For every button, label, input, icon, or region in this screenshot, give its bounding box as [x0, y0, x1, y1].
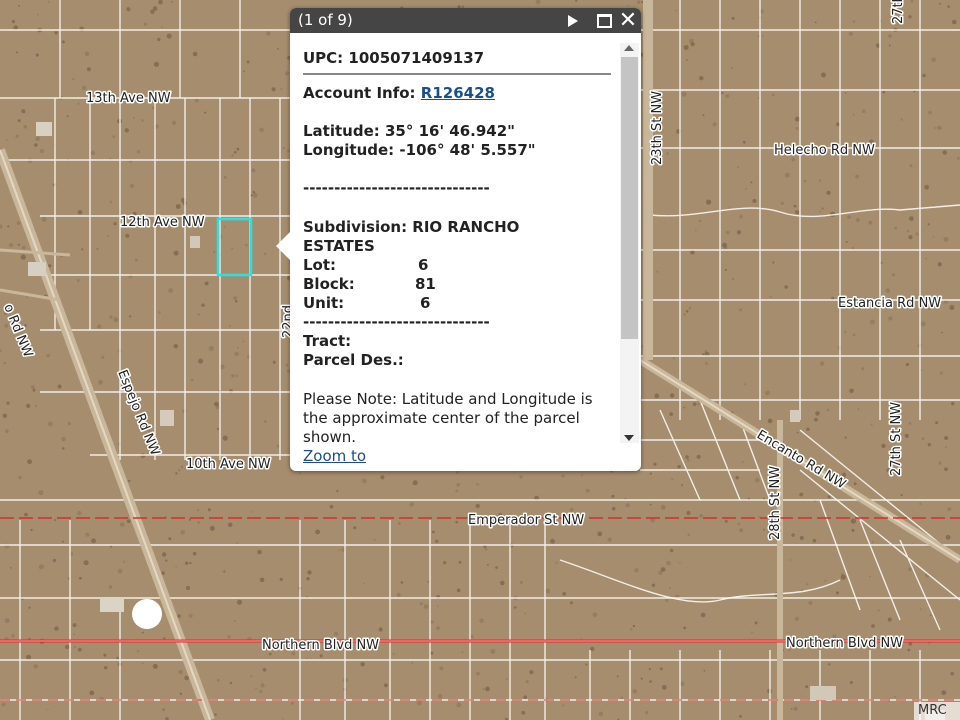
map-attribution: MRC — [914, 702, 960, 720]
subdivision-line-2: ESTATES — [303, 237, 375, 255]
parcel-info-popup: (1 of 9) ✕ UPC: 1005071409137 Account In… — [276, 8, 641, 471]
scroll-thumb[interactable] — [621, 57, 638, 339]
account-label: Account Info: — [303, 84, 421, 102]
subdivision-line: Subdivision: RIO RANCHO — [303, 218, 520, 236]
popup-pointer — [276, 232, 290, 260]
popup-header: (1 of 9) ✕ — [290, 8, 641, 33]
block-line: Block: 81 — [303, 275, 436, 293]
road-label-27th-top: 27th — [891, 0, 906, 24]
road-label-helecho-rd: Helecho Rd NW — [774, 143, 875, 158]
upc-line: UPC: 1005071409137 — [303, 49, 485, 67]
close-button[interactable]: ✕ — [617, 8, 639, 33]
road-label-28th-st: 28th St NW — [768, 466, 783, 540]
tract-line: Tract: — [303, 332, 352, 350]
unit-label: Unit: — [303, 294, 345, 312]
road-label-10th-ave: 10th Ave NW — [186, 457, 271, 472]
play-icon — [568, 14, 578, 27]
separator-line-2: ------------------------------ — [303, 313, 490, 331]
unit-value: 6 — [420, 294, 431, 312]
road-label-northern-blvd-east: Northern Blvd NW — [786, 636, 903, 651]
popup-body[interactable]: UPC: 1005071409137 Account Info: R126428… — [290, 33, 641, 471]
longitude-line: Longitude: -106° 48' 5.557" — [303, 141, 536, 159]
account-info-line: Account Info: R126428 — [303, 84, 495, 102]
road-label-13th-ave: 13th Ave NW — [86, 91, 171, 106]
lot-value: 6 — [418, 256, 429, 274]
block-value: 81 — [415, 275, 436, 293]
maximize-button[interactable] — [593, 8, 615, 33]
parcel-des-line: Parcel Des.: — [303, 351, 404, 369]
zoom-to-link[interactable]: Zoom to — [303, 447, 366, 465]
unit-line: Unit: 6 — [303, 294, 430, 312]
road-label-northern-blvd-west: Northern Blvd NW — [262, 638, 379, 653]
lat-lon-note: Please Note: Latitude and Longitude is t… — [303, 390, 593, 446]
next-feature-button[interactable] — [562, 8, 584, 33]
road-label-emperador-st: Emperador St NW — [468, 513, 584, 528]
scroll-down-icon[interactable] — [624, 435, 634, 441]
popup-scrollbar[interactable] — [620, 43, 639, 443]
road-label-23th-st: 23th St NW — [650, 91, 665, 165]
upc-divider — [303, 73, 611, 75]
road-label-estancia-rd: Estancia Rd NW — [838, 296, 941, 311]
road-label-27th-st: 27th St NW — [889, 402, 904, 476]
block-label: Block: — [303, 275, 355, 293]
account-link[interactable]: R126428 — [421, 84, 495, 102]
latitude-line: Latitude: 35° 16' 46.942" — [303, 122, 515, 140]
maximize-icon — [596, 13, 612, 28]
popup-title: (1 of 9) — [298, 11, 353, 29]
road-label-12th-ave: 12th Ave NW — [120, 215, 205, 230]
separator-line: ------------------------------ — [303, 179, 490, 197]
lot-label: Lot: — [303, 256, 337, 274]
scroll-up-icon[interactable] — [624, 45, 634, 51]
lot-line: Lot: 6 — [303, 256, 428, 274]
close-icon: ✕ — [618, 7, 638, 33]
